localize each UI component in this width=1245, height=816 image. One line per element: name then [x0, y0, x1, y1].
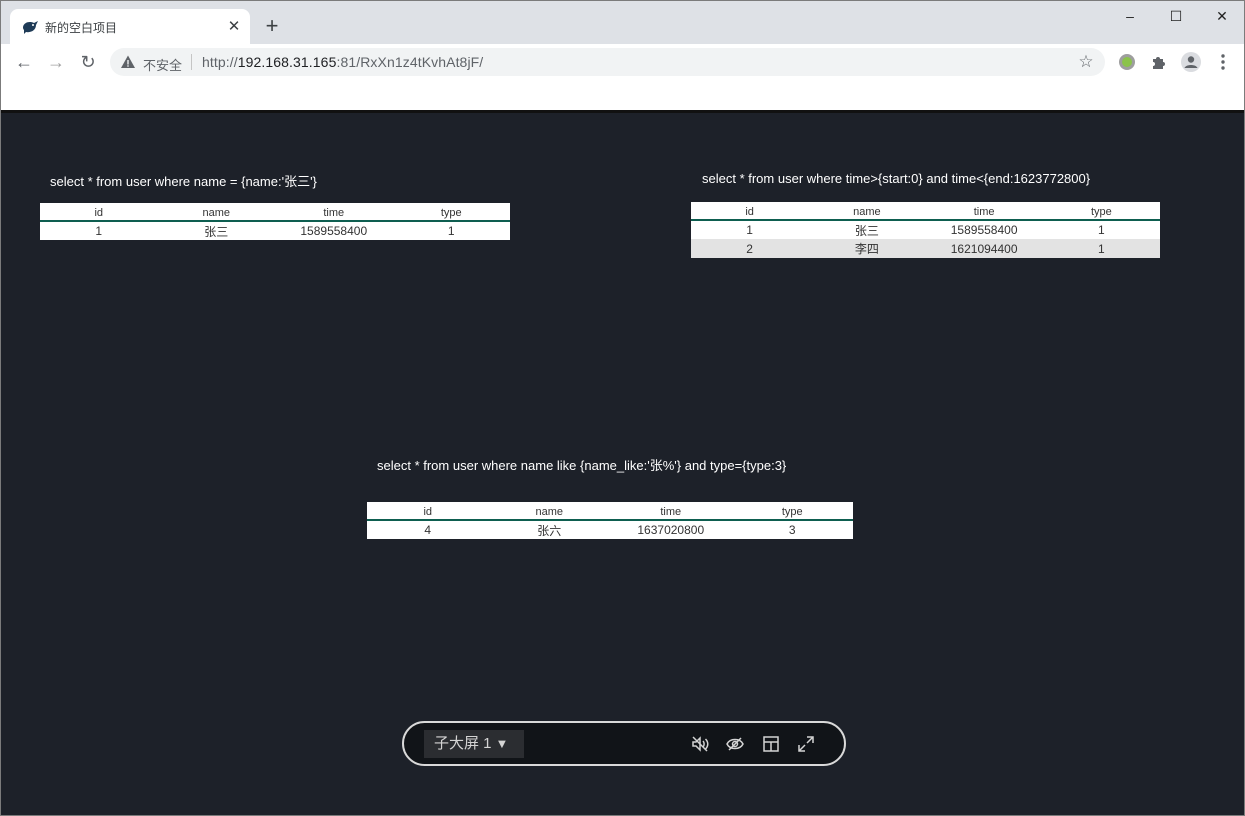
browser-toolbar: ← → ↻ 不安全 http://192.168.31.165:81/RxXn1…: [1, 44, 1244, 80]
warning-icon: [121, 55, 135, 68]
extensions-puzzle-icon[interactable]: [1148, 51, 1170, 73]
back-button[interactable]: ←: [11, 49, 37, 75]
table-cell: 1621094400: [925, 239, 1043, 258]
table-cell: 1589558400: [950, 223, 1018, 237]
close-window-button[interactable]: ✕: [1200, 5, 1244, 29]
omnibox-separator: [191, 54, 192, 70]
table-row: 2 李四 1621094400 1: [691, 239, 1160, 258]
table-cell: 张三: [204, 224, 229, 239]
query-2-sql: select * from user where time>{start:0} …: [702, 171, 1091, 186]
layout-icon[interactable]: [761, 734, 781, 754]
column-header: id: [367, 502, 489, 521]
table-row: 4 张六 1637020800 3: [367, 520, 853, 539]
query-2-table: id name time type 1 张三 1589558400 1 2 李四…: [691, 202, 1160, 258]
table-header-row: id name time type: [691, 202, 1160, 221]
menu-kebab-icon[interactable]: [1212, 51, 1234, 73]
mute-icon[interactable]: [690, 734, 710, 754]
table-cell: 张三: [854, 223, 879, 238]
bookmark-star-icon[interactable]: ☆: [1076, 52, 1096, 72]
column-header: name: [157, 203, 275, 222]
table-cell: 1589558400: [300, 224, 368, 238]
table-header-row: id name time type: [40, 203, 510, 222]
table-cell: 4: [424, 523, 432, 537]
eye-icon[interactable]: [725, 734, 745, 754]
new-tab-button[interactable]: +: [260, 15, 284, 39]
forward-button[interactable]: →: [43, 49, 69, 75]
column-header: name: [808, 202, 926, 221]
query-3-table: id name time type 4 张六 1637020800 3: [367, 502, 853, 539]
blank-toolbar-strip: [1, 80, 1244, 113]
table-cell: 1: [746, 223, 753, 237]
table-cell: 1637020800: [637, 523, 705, 537]
table-header-row: id name time type: [367, 502, 853, 521]
table-row: 1 张三 1589558400 1: [691, 220, 1160, 239]
column-header: type: [392, 203, 510, 222]
table-cell: 张六: [537, 523, 562, 538]
dashboard-canvas: select * from user where name = {name:'张…: [1, 115, 1244, 815]
reload-button[interactable]: ↻: [75, 49, 101, 75]
sub-screen-select[interactable]: 子大屏 1 ▼: [424, 730, 524, 758]
table-cell: 1: [95, 224, 103, 238]
table-cell: 李四: [808, 239, 926, 258]
maximize-button[interactable]: ☐: [1154, 5, 1198, 29]
table-cell: 3: [788, 523, 796, 537]
minimize-button[interactable]: –: [1108, 5, 1152, 29]
column-header: name: [488, 502, 610, 521]
address-bar[interactable]: 不安全 http://192.168.31.165:81/RxXn1z4tKvh…: [110, 48, 1105, 76]
browser-window: 新的空白项目 ✕ + – ☐ ✕ ← → ↻ 不安全 http://192.16…: [0, 0, 1245, 816]
extension-green-icon[interactable]: [1116, 51, 1138, 73]
not-secure-label: 不安全: [143, 58, 183, 73]
column-header: id: [40, 203, 158, 222]
query-1-table: id name time type 1 张三 1589558400 1: [40, 203, 510, 240]
column-header: type: [731, 502, 853, 521]
tab-strip: 新的空白项目 ✕ + – ☐ ✕: [1, 1, 1244, 44]
tab-close-icon[interactable]: ✕: [225, 18, 243, 36]
column-header: time: [610, 502, 732, 521]
bird-favicon-icon: [23, 21, 38, 34]
column-header: id: [691, 202, 809, 221]
column-header: time: [275, 203, 393, 222]
url-text[interactable]: http://192.168.31.165:81/RxXn1z4tKvhAt8j…: [202, 54, 483, 70]
browser-tab[interactable]: 新的空白项目 ✕: [10, 9, 250, 44]
column-header: type: [1042, 202, 1160, 221]
dropdown-arrow-icon: ▼: [495, 736, 509, 751]
table-cell: 2: [691, 239, 809, 258]
table-cell: 1: [1098, 223, 1105, 237]
fullscreen-icon[interactable]: [796, 734, 816, 754]
query-3-sql: select * from user where name like {name…: [377, 458, 787, 473]
screen-control-bar: 子大屏 1 ▼: [402, 721, 846, 766]
tab-title: 新的空白项目: [45, 21, 118, 35]
profile-avatar-icon[interactable]: [1180, 51, 1202, 73]
table-cell: 1: [447, 224, 455, 238]
column-header: time: [925, 202, 1043, 221]
table-row: 1 张三 1589558400 1: [40, 221, 510, 240]
table-cell: 1: [1042, 239, 1160, 258]
query-1-sql: select * from user where name = {name:'张…: [50, 174, 317, 189]
sub-screen-select-label: 子大屏 1: [434, 735, 492, 752]
